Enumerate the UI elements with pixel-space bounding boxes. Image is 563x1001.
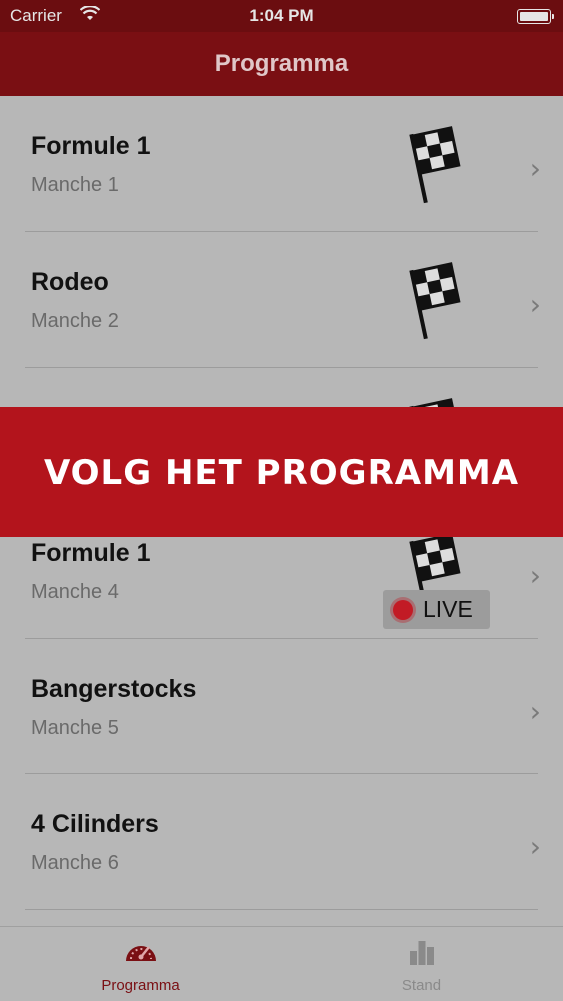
chevron-right-icon: ›	[529, 152, 541, 185]
item-title: Bangerstocks	[31, 675, 197, 703]
item-title: Rodeo	[31, 268, 109, 296]
item-subtitle: Manche 5	[31, 717, 119, 739]
banner-text: VOLG HET PROGRAMMA	[43, 453, 520, 493]
promo-banner: VOLG HET PROGRAMMA	[0, 407, 563, 537]
item-title: 4 Cilinders	[31, 810, 159, 838]
item-title: Formule 1	[31, 539, 151, 567]
tab-label: Programma	[101, 977, 180, 994]
battery-icon	[517, 9, 554, 24]
chevron-right-icon: ›	[529, 288, 541, 321]
tab-stand[interactable]: Stand	[281, 927, 562, 1001]
clock: 1:04 PM	[249, 6, 314, 25]
tab-label: Stand	[401, 977, 442, 994]
chevron-right-icon: ›	[529, 695, 541, 728]
speedometer-icon	[125, 946, 156, 961]
checkered-flag-icon	[409, 262, 461, 340]
item-subtitle: Manche 6	[31, 852, 119, 874]
list-item[interactable]: Bangerstocks Manche 5 ›	[0, 639, 563, 774]
bar-chart-icon	[409, 941, 434, 965]
item-subtitle: Manche 1	[31, 174, 119, 196]
item-subtitle: Manche 4	[31, 581, 119, 603]
list-item[interactable]: Formule 1 Manche 1 ›	[0, 96, 563, 231]
live-badge: LIVE	[383, 590, 490, 629]
live-dot-icon	[393, 600, 413, 620]
live-label: LIVE	[423, 596, 473, 622]
list-item[interactable]: Rodeo Manche 2 ›	[0, 232, 563, 367]
item-subtitle: Manche 2	[31, 310, 119, 332]
checkered-flag-icon	[409, 126, 461, 204]
tab-bar: Programma Stand	[0, 926, 563, 1001]
divider	[25, 909, 538, 910]
chevron-right-icon: ›	[529, 830, 541, 863]
page-title: Programma	[214, 50, 349, 77]
status-bar: Carrier 1:04 PM	[0, 0, 563, 32]
chevron-right-icon: ›	[529, 559, 541, 592]
item-title: Formule 1	[31, 132, 151, 160]
list-item[interactable]: 4 Cilinders Manche 6 ›	[0, 774, 563, 909]
tab-programma[interactable]: Programma	[0, 927, 281, 1001]
navigation-bar: Programma	[0, 32, 563, 96]
